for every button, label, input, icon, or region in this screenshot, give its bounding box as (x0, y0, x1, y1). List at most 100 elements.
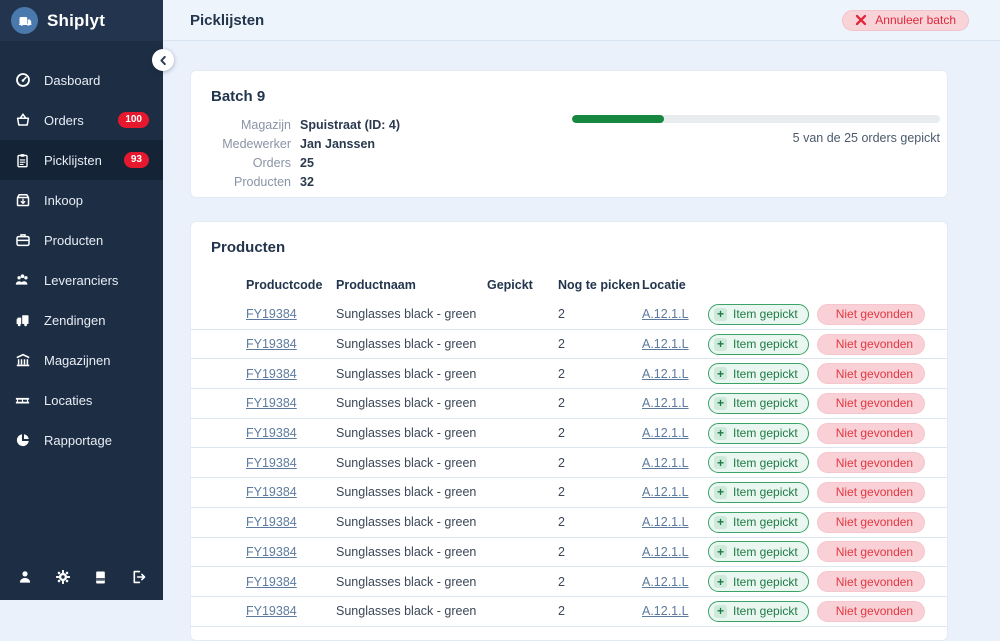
logout-icon[interactable] (127, 566, 149, 588)
locatie-link[interactable]: A.12.1.L (642, 307, 689, 321)
plus-icon: + (714, 605, 727, 618)
column-header-nog-te-picken: Nog te picken (558, 278, 642, 292)
item-gepickt-button[interactable]: + Item gepickt (708, 363, 809, 384)
productnaam-cell: Sunglasses black - green (336, 307, 487, 321)
productnaam-cell: Sunglasses black - green (336, 396, 487, 410)
table-row: FY19384 Sunglasses black - green 2 A.12.… (191, 389, 947, 419)
sidebar-item-dasboard[interactable]: Dasboard (0, 60, 163, 100)
sidebar-item-label: Zendingen (44, 313, 105, 328)
niet-gevonden-button[interactable]: Niet gevonden (817, 482, 925, 503)
nog-te-picken-cell: 2 (558, 456, 642, 470)
niet-gevonden-button[interactable]: Niet gevonden (817, 393, 925, 414)
batch-field-value: 32 (300, 175, 314, 189)
sidebar-collapse-button[interactable] (152, 49, 174, 71)
item-gepickt-button[interactable]: + Item gepickt (708, 334, 809, 355)
book-icon[interactable] (89, 566, 111, 588)
sidebar-item-magazijnen[interactable]: Magazijnen (0, 340, 163, 380)
productcode-link[interactable]: FY19384 (246, 337, 297, 351)
sidebar-footer (0, 554, 163, 600)
locatie-link[interactable]: A.12.1.L (642, 545, 689, 559)
table-row: FY19384 Sunglasses black - green 2 A.12.… (191, 300, 947, 330)
productcode-link[interactable]: FY19384 (246, 604, 297, 618)
item-gepickt-button[interactable]: + Item gepickt (708, 482, 809, 503)
productcode-link[interactable]: FY19384 (246, 426, 297, 440)
column-header-productnaam: Productnaam (336, 278, 487, 292)
sidebar-item-orders[interactable]: Orders 100 (0, 100, 163, 140)
niet-gevonden-button[interactable]: Niet gevonden (817, 571, 925, 592)
nog-te-picken-cell: 2 (558, 545, 642, 559)
truck-icon (14, 312, 31, 328)
rack-icon (14, 392, 31, 408)
nog-te-picken-cell: 2 (558, 307, 642, 321)
table-row: FY19384 Sunglasses black - green 2 A.12.… (191, 567, 947, 597)
locatie-link[interactable]: A.12.1.L (642, 456, 689, 470)
niet-gevonden-button[interactable]: Niet gevonden (817, 423, 925, 444)
item-gepickt-button[interactable]: + Item gepickt (708, 512, 809, 533)
niet-gevonden-button[interactable]: Niet gevonden (817, 601, 925, 622)
productnaam-cell: Sunglasses black - green (336, 575, 487, 589)
people-icon (14, 272, 31, 288)
batch-progress-fill (572, 115, 664, 123)
productcode-link[interactable]: FY19384 (246, 485, 297, 499)
nog-te-picken-cell: 2 (558, 575, 642, 589)
batch-field-value: Jan Janssen (300, 137, 375, 151)
sidebar-item-rapportage[interactable]: Rapportage (0, 420, 163, 460)
productcode-link[interactable]: FY19384 (246, 515, 297, 529)
batch-card: Batch 9 Magazijn Spuistraat (ID: 4) Mede… (190, 70, 948, 198)
sidebar-item-zendingen[interactable]: Zendingen (0, 300, 163, 340)
locatie-link[interactable]: A.12.1.L (642, 604, 689, 618)
niet-gevonden-button[interactable]: Niet gevonden (817, 512, 925, 533)
x-icon (855, 14, 867, 26)
item-gepickt-button[interactable]: + Item gepickt (708, 423, 809, 444)
niet-gevonden-button[interactable]: Niet gevonden (817, 304, 925, 325)
locatie-link[interactable]: A.12.1.L (642, 426, 689, 440)
niet-gevonden-button[interactable]: Niet gevonden (817, 334, 925, 355)
basket-icon (14, 112, 31, 128)
locatie-link[interactable]: A.12.1.L (642, 367, 689, 381)
sidebar-item-label: Locaties (44, 393, 92, 408)
sidebar-item-locaties[interactable]: Locaties (0, 380, 163, 420)
productcode-link[interactable]: FY19384 (246, 307, 297, 321)
batch-title: Batch 9 (211, 88, 927, 105)
table-row: FY19384 Sunglasses black - green 2 A.12.… (191, 359, 947, 389)
cancel-batch-button[interactable]: Annuleer batch (842, 10, 969, 31)
productnaam-cell: Sunglasses black - green (336, 515, 487, 529)
productcode-link[interactable]: FY19384 (246, 367, 297, 381)
locatie-link[interactable]: A.12.1.L (642, 575, 689, 589)
item-gepickt-button[interactable]: + Item gepickt (708, 452, 809, 473)
purchase-box-icon (14, 192, 31, 208)
main-area: Picklijsten Annuleer batch Batch 9 Magaz… (163, 0, 1000, 600)
item-gepickt-button[interactable]: + Item gepickt (708, 571, 809, 592)
product-box-icon (14, 232, 31, 248)
batch-progress-label: 5 van de 25 orders gepickt (572, 131, 940, 145)
app-logo[interactable]: Shiplyt (0, 0, 163, 41)
niet-gevonden-button[interactable]: Niet gevonden (817, 363, 925, 384)
nog-te-picken-cell: 2 (558, 604, 642, 618)
niet-gevonden-button[interactable]: Niet gevonden (817, 452, 925, 473)
sidebar-item-label: Magazijnen (44, 353, 111, 368)
sidebar-item-leveranciers[interactable]: Leveranciers (0, 260, 163, 300)
sidebar: Shiplyt Dasboard Orders 100 Picklijsten … (0, 0, 163, 600)
productcode-link[interactable]: FY19384 (246, 575, 297, 589)
item-gepickt-button[interactable]: + Item gepickt (708, 601, 809, 622)
sidebar-item-label: Dasboard (44, 73, 100, 88)
sidebar-item-producten[interactable]: Producten (0, 220, 163, 260)
locatie-link[interactable]: A.12.1.L (642, 396, 689, 410)
locatie-link[interactable]: A.12.1.L (642, 485, 689, 499)
sidebar-item-inkoop[interactable]: Inkoop (0, 180, 163, 220)
sidebar-item-picklijsten[interactable]: Picklijsten 93 (0, 140, 163, 180)
productcode-link[interactable]: FY19384 (246, 545, 297, 559)
plus-icon: + (714, 575, 727, 588)
sidebar-item-label: Leveranciers (44, 273, 118, 288)
item-gepickt-button[interactable]: + Item gepickt (708, 393, 809, 414)
productcode-link[interactable]: FY19384 (246, 396, 297, 410)
niet-gevonden-button[interactable]: Niet gevonden (817, 541, 925, 562)
item-gepickt-button[interactable]: + Item gepickt (708, 541, 809, 562)
gear-icon[interactable] (52, 566, 74, 588)
chevron-left-icon (157, 54, 170, 67)
locatie-link[interactable]: A.12.1.L (642, 337, 689, 351)
item-gepickt-button[interactable]: + Item gepickt (708, 304, 809, 325)
productcode-link[interactable]: FY19384 (246, 456, 297, 470)
user-icon[interactable] (14, 566, 36, 588)
locatie-link[interactable]: A.12.1.L (642, 515, 689, 529)
